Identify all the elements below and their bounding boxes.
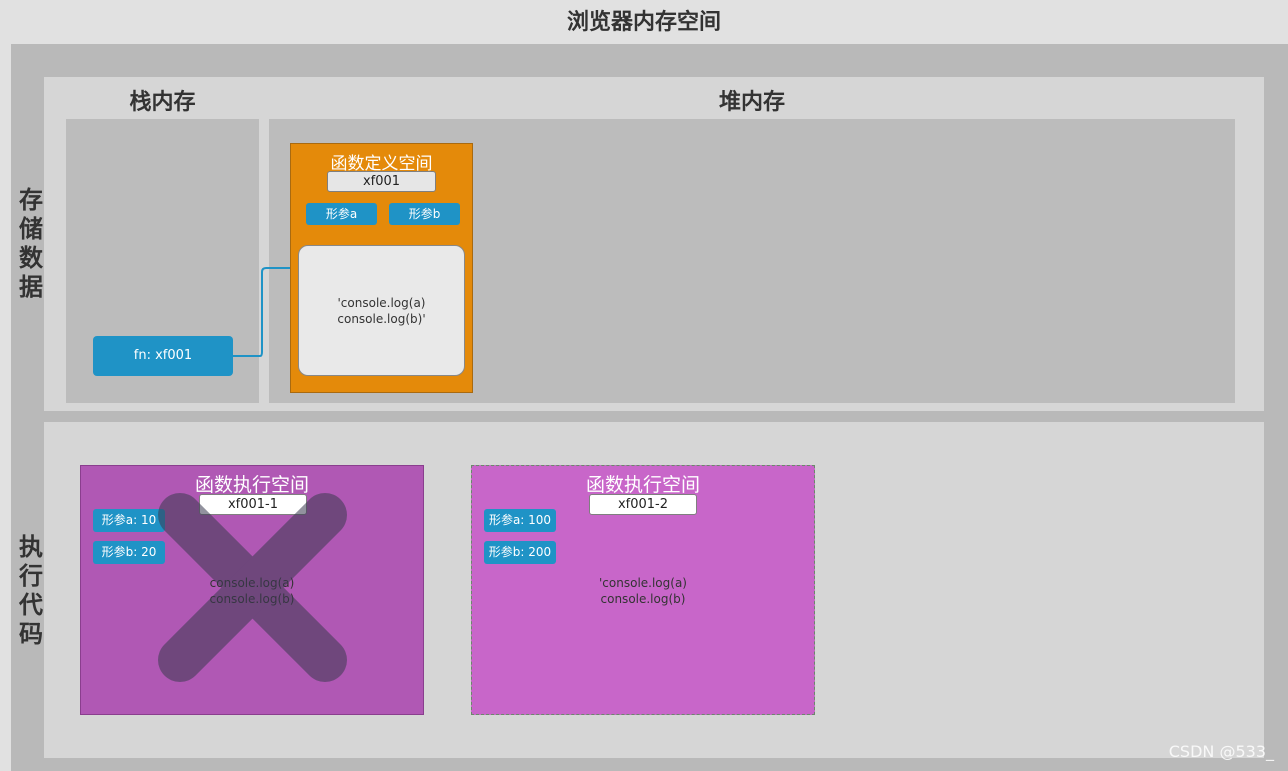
execute-code-label: 执 行 代 码: [19, 533, 43, 648]
exec-space-2-code: 'console.log(a) console.log(b): [599, 576, 687, 606]
func-def-param-a: 形参a: [306, 203, 377, 225]
func-def-address: xf001: [327, 171, 436, 192]
func-def-code: 'console.log(a) console.log(b)': [337, 296, 426, 326]
watermark: CSDN @533_: [1168, 742, 1274, 761]
exec-space-2-param-a: 形参a: 100: [484, 509, 556, 532]
destroyed-x-icon: [158, 493, 347, 682]
func-def-param-b: 形参b: [389, 203, 460, 225]
exec-space-2-title: 函数执行空间: [585, 474, 700, 496]
exec-space-2-address: xf001-2: [589, 494, 697, 515]
exec-space-2-param-b: 形参b: 200: [484, 541, 556, 564]
reference-line: [233, 267, 298, 357]
